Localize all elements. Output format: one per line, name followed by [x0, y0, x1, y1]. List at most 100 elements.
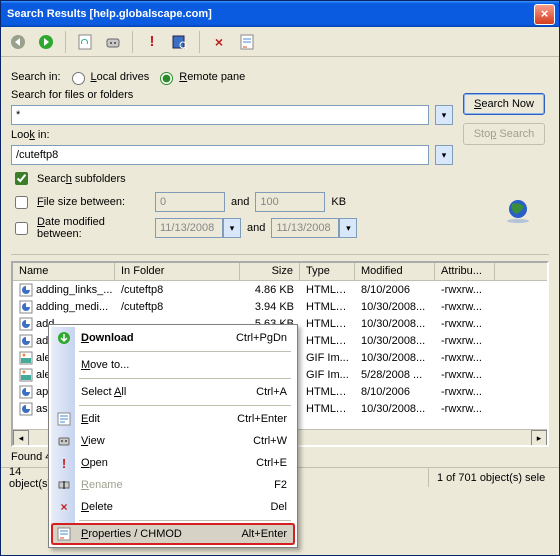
find-button[interactable]	[169, 31, 191, 53]
window-title: Search Results [help.globalscape.com]	[7, 8, 212, 20]
menu-item-label: Open	[81, 457, 108, 469]
back-button[interactable]	[7, 31, 29, 53]
cell-type: GIF Im...	[300, 369, 355, 381]
menu-item-label: Properties / CHMOD	[81, 528, 182, 540]
search-for-label: Search for files or folders	[11, 89, 133, 101]
filesize-checkbox[interactable]	[15, 196, 28, 209]
alert-button[interactable]: !	[141, 31, 163, 53]
delete-icon: ×	[215, 34, 223, 50]
search-subfolders-checkbox[interactable]	[15, 172, 28, 185]
stop-search-button[interactable]: Stop Search	[463, 123, 545, 145]
bot-button[interactable]	[102, 31, 124, 53]
search-now-button[interactable]: Search Now	[463, 93, 545, 115]
file-icon	[19, 317, 33, 331]
menu-item-shortcut: Ctrl+Enter	[237, 413, 287, 425]
cell-attr: -rwxrw...	[435, 386, 495, 398]
forward-icon	[38, 34, 54, 50]
cell-modified: 5/28/2008 ...	[355, 369, 435, 381]
cell-attr: -rwxrw...	[435, 352, 495, 364]
delete-icon: ×	[56, 499, 72, 515]
cell-modified: 10/30/2008...	[355, 301, 435, 313]
menu-item-label: Rename	[81, 479, 123, 491]
and-label-2: and	[247, 222, 265, 234]
menu-item-label: Select All	[81, 386, 126, 398]
menu-item-shortcut: Ctrl+E	[256, 457, 287, 469]
menu-item-edit[interactable]: EditCtrl+Enter	[51, 408, 295, 430]
lookin-dropdown-button[interactable]: ▾	[435, 145, 453, 165]
search-in-label: Search in:	[11, 71, 61, 83]
properties-button[interactable]	[236, 31, 258, 53]
delete-button[interactable]: ×	[208, 31, 230, 53]
cell-type: HTML D...	[300, 335, 355, 347]
results-header: Name In Folder Size Type Modified Attrib…	[13, 263, 547, 281]
menu-item-view[interactable]: ViewCtrl+W	[51, 430, 295, 452]
col-modified[interactable]: Modified	[355, 263, 435, 280]
open-icon: !	[56, 455, 72, 471]
file-icon	[19, 283, 33, 297]
edit-icon	[56, 411, 72, 427]
menu-item-move-to[interactable]: Move to...	[51, 354, 295, 376]
menu-item-label: Delete	[81, 501, 113, 513]
cell-name: adding_medi...	[36, 301, 108, 313]
titlebar[interactable]: Search Results [help.globalscape.com] ×	[1, 1, 559, 27]
date-to-dropdown[interactable]: ▾	[339, 218, 357, 238]
menu-item-select-all[interactable]: Select AllCtrl+A	[51, 381, 295, 403]
menu-item-label: View	[81, 435, 105, 447]
menu-item-label: Move to...	[81, 359, 129, 371]
scroll-right-button[interactable]: ▸	[531, 430, 547, 446]
chevron-down-icon: ▾	[230, 223, 235, 234]
page-icon	[78, 34, 92, 50]
alert-icon: !	[150, 33, 155, 50]
bot-icon	[105, 35, 121, 49]
cell-modified: 8/10/2006	[355, 386, 435, 398]
col-size[interactable]: Size	[240, 263, 300, 280]
cell-type: HTML D...	[300, 386, 355, 398]
pattern-input[interactable]	[11, 105, 429, 125]
menu-item-shortcut: Ctrl+PgDn	[236, 332, 287, 344]
back-icon	[10, 34, 26, 50]
cell-type: HTML D...	[300, 284, 355, 296]
date-to-input[interactable]	[271, 218, 339, 238]
find-icon	[172, 34, 188, 50]
rename-icon	[56, 477, 72, 493]
file-icon	[19, 334, 33, 348]
properties-icon	[56, 526, 72, 542]
close-button[interactable]: ×	[534, 4, 555, 25]
forward-button[interactable]	[35, 31, 57, 53]
chevron-down-icon: ▾	[442, 110, 447, 121]
toolbar: ! ×	[1, 27, 559, 57]
cell-folder: /cuteftp8	[115, 284, 240, 296]
cell-modified: 10/30/2008...	[355, 335, 435, 347]
filesize-from-input[interactable]	[155, 192, 225, 212]
table-row[interactable]: adding_links_.../cuteftp84.86 KBHTML D..…	[13, 281, 547, 298]
date-from-dropdown[interactable]: ▾	[223, 218, 241, 238]
refresh-button[interactable]	[74, 31, 96, 53]
scroll-left-button[interactable]: ◂	[13, 430, 29, 446]
menu-item-delete[interactable]: ×DeleteDel	[51, 496, 295, 518]
cell-type: HTML D...	[300, 403, 355, 415]
date-checkbox[interactable]	[15, 222, 28, 235]
col-type[interactable]: Type	[300, 263, 355, 280]
col-name[interactable]: Name	[13, 263, 115, 280]
cell-attr: -rwxrw...	[435, 369, 495, 381]
cell-size: 4.86 KB	[240, 284, 300, 296]
lookin-input[interactable]	[11, 145, 429, 165]
table-row[interactable]: adding_medi.../cuteftp83.94 KBHTML D...1…	[13, 298, 547, 315]
menu-item-properties-chmod[interactable]: Properties / CHMODAlt+Enter	[51, 523, 295, 545]
chevron-down-icon: ▾	[442, 150, 447, 161]
filesize-to-input[interactable]	[255, 192, 325, 212]
cell-attr: -rwxrw...	[435, 301, 495, 313]
look-in-label: Look in:	[11, 129, 50, 141]
context-menu[interactable]: DownloadCtrl+PgDnMove to...Select AllCtr…	[48, 324, 298, 548]
remote-pane-radio[interactable]: Remote pane	[155, 69, 245, 85]
col-attr[interactable]: Attribu...	[435, 263, 495, 280]
menu-item-rename: RenameF2	[51, 474, 295, 496]
col-folder[interactable]: In Folder	[115, 263, 240, 280]
local-drives-radio[interactable]: Local drives	[67, 69, 150, 85]
file-icon	[19, 351, 33, 365]
pattern-dropdown-button[interactable]: ▾	[435, 105, 453, 125]
menu-item-open[interactable]: ! Open Ctrl+E	[51, 452, 295, 474]
cell-modified: 10/30/2008...	[355, 352, 435, 364]
menu-item-download[interactable]: DownloadCtrl+PgDn	[51, 327, 295, 349]
date-from-input[interactable]	[155, 218, 223, 238]
